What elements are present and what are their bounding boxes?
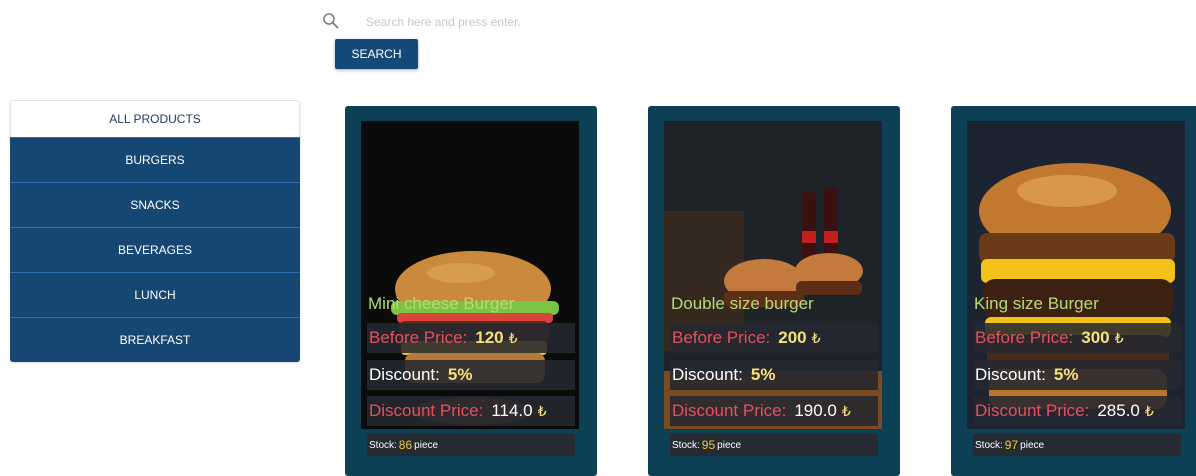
discount-label: Discount: — [975, 365, 1046, 384]
stock-label: Stock: — [975, 439, 1003, 451]
category-beverages[interactable]: BEVERAGES — [10, 227, 300, 272]
search-icon — [323, 13, 339, 29]
search-input[interactable] — [366, 12, 766, 32]
before-price-value: 200 — [778, 328, 807, 347]
lira-icon: ₺ — [537, 402, 547, 419]
discount-row: Discount: 5% — [367, 360, 575, 390]
category-burgers[interactable]: BURGERS — [10, 137, 300, 182]
stock-unit: piece — [414, 439, 439, 451]
discount-price-row: Discount Price: 114.0 ₺ — [367, 396, 575, 426]
stock-row: Stock: 95 piece — [670, 434, 878, 456]
stock-unit: piece — [1020, 439, 1045, 451]
before-price-row: Before Price: 120 ₺ — [367, 323, 575, 353]
product-name: Mini cheese Burger — [368, 294, 515, 313]
lira-icon: ₺ — [1114, 329, 1124, 346]
lira-icon: ₺ — [1144, 402, 1154, 419]
before-price-row: Before Price: 200 ₺ — [670, 323, 878, 353]
discount-price-row: Discount Price: 285.0 ₺ — [973, 396, 1181, 426]
stock-value: 95 — [701, 438, 716, 452]
discount-value: 5% — [750, 365, 776, 384]
before-price-row: Before Price: 300 ₺ — [973, 323, 1181, 353]
before-price-label: Before Price: — [672, 328, 771, 347]
discount-row: Discount: 5% — [973, 360, 1181, 390]
lira-icon: ₺ — [841, 402, 851, 419]
discount-value: 5% — [1053, 365, 1079, 384]
discount-price-label: Discount Price: — [672, 401, 787, 420]
discount-value: 5% — [447, 365, 473, 384]
search-button[interactable]: SEARCH — [335, 39, 418, 69]
product-card[interactable]: King size Burger Before Price: 300 ₺ Dis… — [951, 106, 1196, 476]
discount-label: Discount: — [672, 365, 743, 384]
discount-price-label: Discount Price: — [369, 401, 484, 420]
stock-value: 86 — [398, 438, 413, 452]
stock-value: 97 — [1004, 438, 1019, 452]
category-all-products[interactable]: ALL PRODUCTS — [10, 100, 300, 137]
before-price-label: Before Price: — [975, 328, 1074, 347]
discount-price-value: 285.0 — [1097, 401, 1140, 420]
before-price-label: Before Price: — [369, 328, 468, 347]
before-price-value: 300 — [1081, 328, 1110, 347]
stock-label: Stock: — [672, 439, 700, 451]
product-card[interactable]: Mini cheese Burger Before Price: 120 ₺ D… — [345, 106, 597, 476]
stock-row: Stock: 86 piece — [367, 434, 575, 456]
product-name: Double size burger — [671, 294, 814, 313]
category-lunch[interactable]: LUNCH — [10, 272, 300, 317]
category-snacks[interactable]: SNACKS — [10, 182, 300, 227]
stock-unit: piece — [717, 439, 742, 451]
category-sidebar: ALL PRODUCTS BURGERS SNACKS BEVERAGES LU… — [10, 100, 300, 362]
discount-price-row: Discount Price: 190.0 ₺ — [670, 396, 878, 426]
search-bar — [320, 10, 920, 34]
lira-icon: ₺ — [811, 329, 821, 346]
discount-price-value: 114.0 — [491, 401, 533, 420]
product-card[interactable]: Double size burger Before Price: 200 ₺ D… — [648, 106, 900, 476]
discount-price-value: 190.0 — [794, 401, 837, 420]
stock-label: Stock: — [369, 439, 397, 451]
category-breakfast[interactable]: BREAKFAST — [10, 317, 300, 362]
discount-label: Discount: — [369, 365, 440, 384]
stock-row: Stock: 97 piece — [973, 434, 1181, 456]
discount-row: Discount: 5% — [670, 360, 878, 390]
before-price-value: 120 — [475, 328, 504, 347]
product-name: King size Burger — [974, 294, 1099, 313]
lira-icon: ₺ — [508, 329, 518, 346]
discount-price-label: Discount Price: — [975, 401, 1090, 420]
